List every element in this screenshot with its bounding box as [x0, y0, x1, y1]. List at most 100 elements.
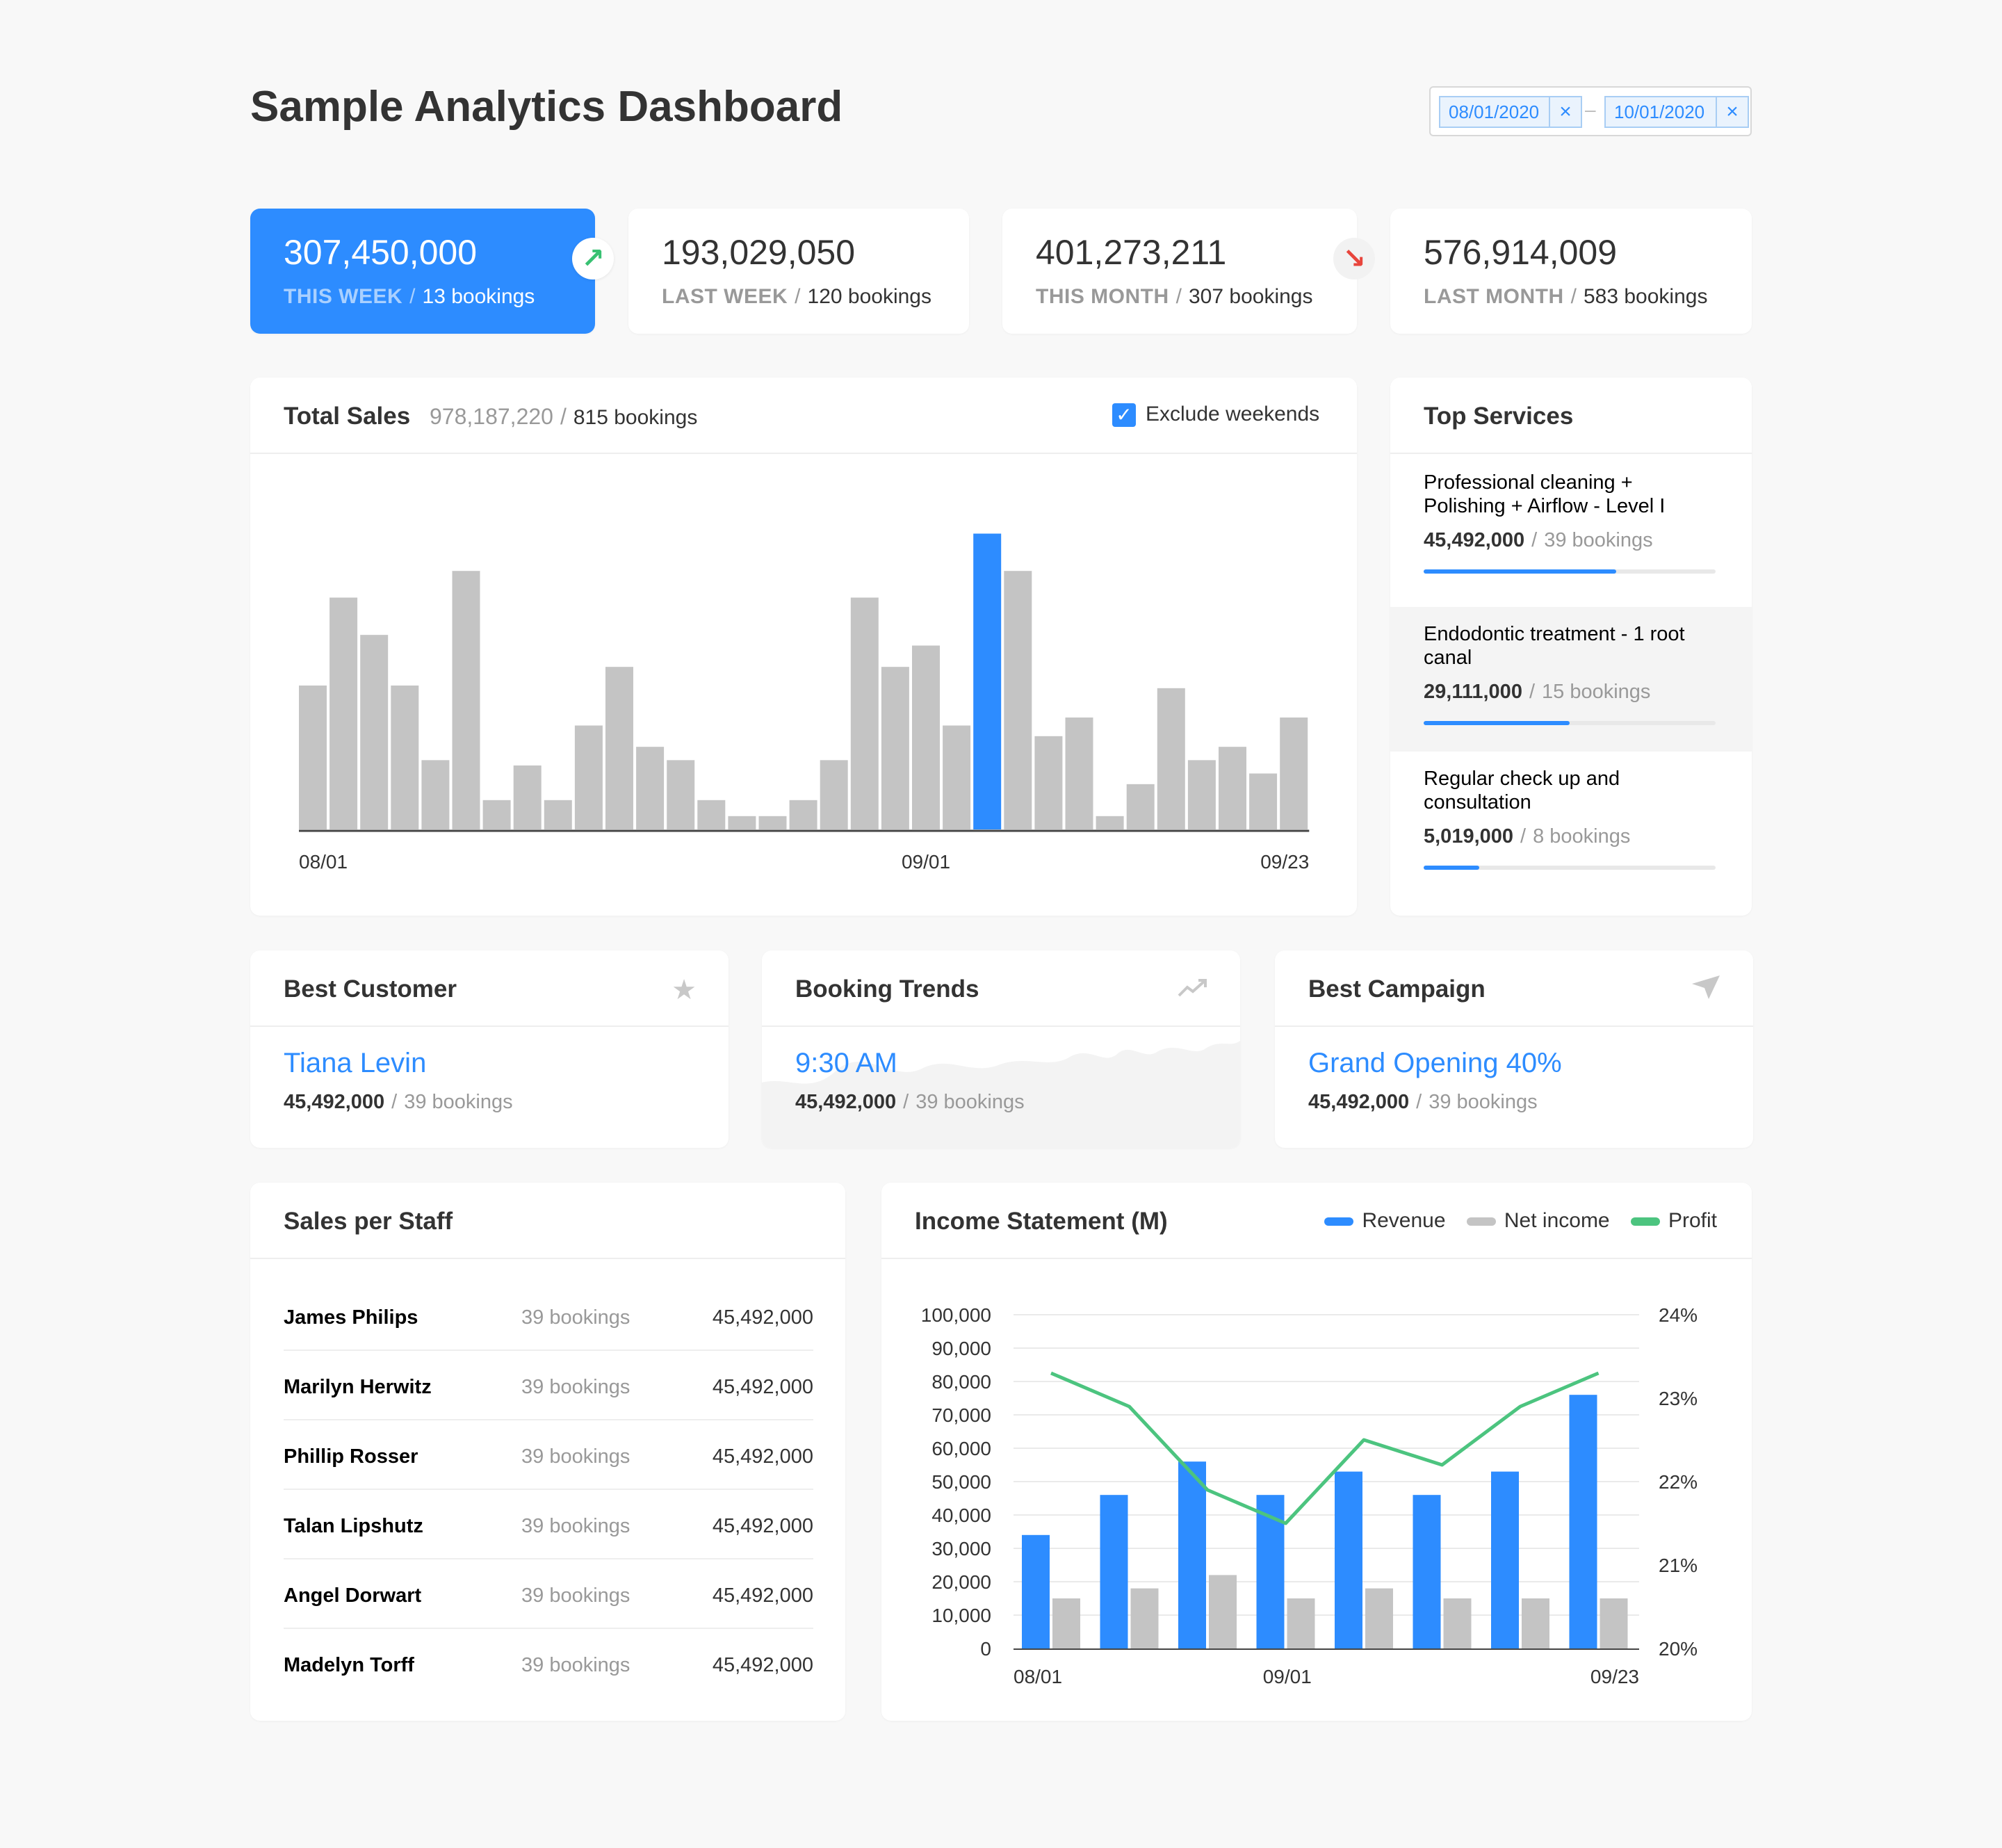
sales-bar	[1249, 773, 1278, 829]
best-campaign-amount: 45,492,000	[1308, 1091, 1410, 1113]
y-tick-label: 70,000	[931, 1404, 991, 1426]
y-tick-label: 80,000	[931, 1371, 991, 1393]
staff-name: Marilyn Herwitz	[284, 1376, 432, 1398]
y2-tick-label: 24%	[1659, 1304, 1698, 1326]
x-tick-label: 09/01	[1263, 1666, 1312, 1687]
service-item[interactable]: Endodontic treatment - 1 root canal 29,1…	[1390, 607, 1752, 752]
sales-bar	[1126, 784, 1155, 829]
kpi-this-week[interactable]: 307,450,000 THIS WEEK/13 bookings	[250, 209, 595, 334]
x-tick-label: 08/01	[1014, 1666, 1062, 1687]
service-item[interactable]: Professional cleaning + Polishing + Airf…	[1390, 455, 1752, 600]
staff-name: James Philips	[284, 1306, 418, 1329]
kpi-last-month[interactable]: 576,914,009 LAST MONTH/583 bookings	[1390, 209, 1752, 334]
kpi-sub: LAST MONTH/583 bookings	[1424, 285, 1708, 308]
total-sales-header: Total Sales 978,187,220/815 bookings ✓ Ex…	[250, 378, 1357, 454]
staff-amount: 45,492,000	[712, 1376, 813, 1398]
staff-bookings: 39 bookings	[521, 1306, 630, 1329]
best-campaign-stats: 45,492,000/39 bookings	[1308, 1091, 1538, 1113]
revenue-bar	[1178, 1461, 1206, 1648]
y-tick-label: 10,000	[931, 1605, 991, 1626]
sales-bar	[421, 760, 450, 829]
service-amount: 45,492,000/39 bookings	[1424, 529, 1653, 551]
sales-bar	[1280, 718, 1308, 829]
income-statement-chart: 0 10,000 20,000 30,000 40,000 50,000 60,000 70,…	[921, 1304, 1698, 1687]
sales-bar	[1065, 718, 1093, 829]
kpi-this-month[interactable]: 401,273,211 THIS MONTH/307 bookings	[1002, 209, 1357, 334]
sales-per-staff-card: Sales per Staff James Philips 39 booking…	[250, 1183, 845, 1721]
staff-amount: 45,492,000	[712, 1445, 813, 1468]
kpi-last-week[interactable]: 193,029,050 LAST WEEK/120 bookings	[628, 209, 969, 334]
y2-tick-label: 22%	[1659, 1471, 1698, 1493]
clear-end-date-icon[interactable]: ×	[1716, 97, 1748, 127]
best-customer-stats: 45,492,000/39 bookings	[284, 1091, 513, 1113]
revenue-bar	[1413, 1495, 1441, 1648]
date-range-picker[interactable]: 08/01/2020 × – 10/01/2020 ×	[1429, 86, 1752, 136]
best-campaign-bookings: 39 bookings	[1429, 1091, 1538, 1113]
sales-bar	[482, 800, 511, 829]
table-row[interactable]: Talan Lipshutz 39 bookings 45,492,000	[284, 1490, 813, 1559]
net-income-bar	[1365, 1588, 1393, 1648]
staff-name: Madelyn Torff	[284, 1654, 414, 1676]
service-amount: 5,019,000/8 bookings	[1424, 825, 1631, 848]
staff-bookings: 39 bookings	[521, 1654, 630, 1676]
x-tick-label: 08/01	[299, 851, 348, 873]
table-row[interactable]: Marilyn Herwitz 39 bookings 45,492,000	[284, 1351, 813, 1420]
service-name: Professional cleaning + Polishing + Airf…	[1424, 471, 1666, 517]
x-tick-label: 09/01	[902, 851, 950, 873]
kpi-period: THIS WEEK	[284, 285, 403, 308]
best-campaign-name[interactable]: Grand Opening 40%	[1308, 1048, 1562, 1079]
sales-bar	[1004, 571, 1032, 829]
service-amount-value: 5,019,000	[1424, 825, 1514, 848]
y-tick-label: 30,000	[931, 1538, 991, 1559]
staff-bookings: 39 bookings	[521, 1584, 630, 1607]
sales-bar	[1157, 688, 1185, 829]
net-income-bar	[1209, 1575, 1237, 1648]
trending-up-icon	[1178, 974, 1208, 1005]
y2-tick-label: 21%	[1659, 1555, 1698, 1576]
service-progress-track	[1424, 569, 1716, 574]
sales-bar	[820, 760, 848, 829]
end-date-chip[interactable]: 10/01/2020 ×	[1604, 96, 1749, 128]
x-tick-label: 09/23	[1260, 851, 1309, 873]
net-income-bar	[1052, 1598, 1080, 1648]
service-bookings: 8 bookings	[1533, 825, 1631, 848]
sales-bar	[973, 533, 1002, 829]
y2-tick-label: 20%	[1659, 1638, 1698, 1660]
service-amount: 29,111,000/15 bookings	[1424, 681, 1651, 703]
start-date-chip[interactable]: 08/01/2020 ×	[1439, 96, 1582, 128]
best-customer-name[interactable]: Tiana Levin	[284, 1048, 426, 1079]
sales-bar	[1096, 816, 1124, 829]
sales-bar	[513, 765, 542, 829]
table-row[interactable]: Angel Dorwart 39 bookings 45,492,000	[284, 1559, 813, 1629]
best-customer-card: Best Customer ★ Tiana Levin 45,492,000/3…	[250, 950, 729, 1148]
sales-bar	[299, 686, 327, 829]
total-sales-meta: 978,187,220/815 bookings	[430, 404, 698, 429]
y-tick-label: 60,000	[931, 1438, 991, 1459]
star-icon: ★	[672, 975, 697, 1005]
service-progress-track	[1424, 866, 1716, 870]
legend-profit: Profit	[1630, 1209, 1717, 1232]
service-item[interactable]: Regular check up and consultation 5,019,…	[1390, 752, 1752, 896]
exclude-weekends-checkbox[interactable]: ✓	[1112, 403, 1136, 428]
revenue-bar	[1569, 1395, 1597, 1648]
best-campaign-card: Best Campaign Grand Opening 40% 45,492,0…	[1275, 950, 1753, 1148]
table-row[interactable]: Madelyn Torff 39 bookings 45,492,000	[284, 1629, 813, 1699]
staff-name: Phillip Rosser	[284, 1445, 418, 1468]
sales-bar	[850, 597, 879, 829]
total-sales-card: Total Sales 978,187,220/815 bookings ✓ Ex…	[250, 378, 1357, 916]
net-income-bar	[1130, 1588, 1159, 1648]
revenue-bar	[1100, 1495, 1128, 1648]
table-row[interactable]: Phillip Rosser 39 bookings 45,492,000	[284, 1420, 813, 1490]
table-row[interactable]: James Philips 39 bookings 45,492,000	[284, 1281, 813, 1351]
exclude-weekends-toggle[interactable]: ✓ Exclude weekends	[1112, 403, 1319, 428]
top-services-title: Top Services	[1424, 403, 1574, 430]
kpi-value: 576,914,009	[1424, 233, 1618, 272]
sales-bar	[544, 800, 572, 829]
total-sales-bookings: 815 bookings	[573, 406, 698, 429]
kpi-bookings: 13 bookings	[422, 285, 535, 308]
best-customer-title: Best Customer	[284, 975, 457, 1003]
clear-start-date-icon[interactable]: ×	[1549, 97, 1581, 127]
booking-trends-stats: 45,492,000/39 bookings	[795, 1091, 1025, 1113]
net-income-bar	[1287, 1598, 1315, 1648]
best-campaign-header: Best Campaign	[1275, 950, 1753, 1027]
